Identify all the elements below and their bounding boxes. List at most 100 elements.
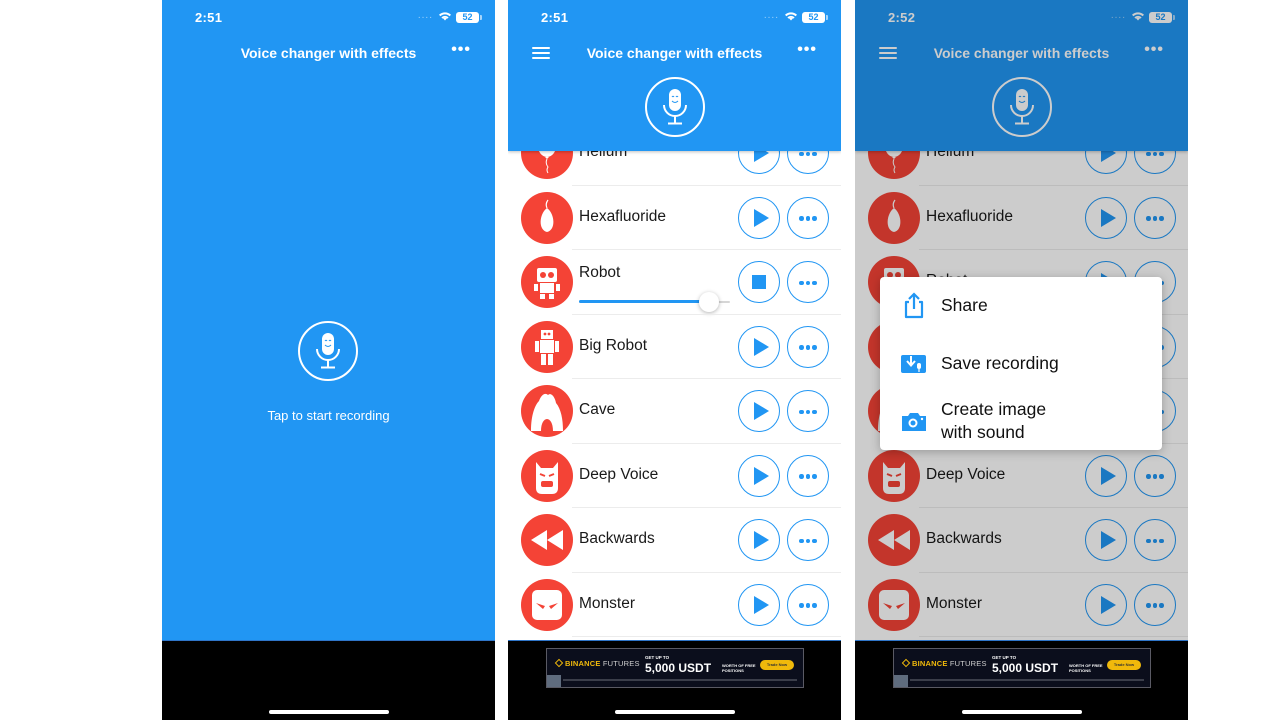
record-caption: Tap to start recording (267, 408, 390, 423)
binance-logo-icon (554, 658, 564, 668)
share-icon (904, 292, 924, 319)
ad-cta-button[interactable]: Trade Now (760, 660, 794, 670)
record-button[interactable] (298, 321, 358, 381)
ad-subline: WORTH OF FREE POSITIONS (1069, 663, 1103, 673)
screen-effect-options: 2:52 .... 52 Voice changer with effects … (855, 0, 1188, 720)
signal-icon: .... (417, 10, 433, 21)
screen-effects-playing: 2:51 .... 52 Voice changer with effects … (508, 0, 841, 720)
effect-name: Deep Voice (579, 465, 659, 483)
monster-face-icon (521, 578, 573, 631)
play-button[interactable] (738, 454, 780, 497)
home-indicator[interactable] (615, 710, 735, 714)
status-bar: 2:51 .... 52 (162, 0, 495, 36)
effect-name: Robot (579, 264, 621, 281)
more-options-button[interactable] (787, 519, 829, 561)
more-options-button[interactable] (787, 196, 829, 239)
ad-headline: 5,000 USDT (645, 661, 712, 675)
effects-list: HeliumHexafluorideRobotBig RobotCaveDeep… (508, 136, 841, 640)
play-button[interactable] (738, 390, 780, 432)
big-robot-icon (521, 320, 573, 373)
more-options-button[interactable] (787, 261, 829, 303)
signal-icon: .... (763, 10, 779, 21)
ad-subline: WORTH OF FREE POSITIONS (722, 663, 756, 673)
nav-bar: Voice changer with effects ••• (162, 36, 495, 70)
slider-thumb[interactable] (698, 292, 719, 312)
status-time: 2:51 (195, 10, 223, 25)
wifi-icon (785, 12, 797, 21)
ad-brand-suffix: FUTURES (602, 659, 640, 668)
status-time: 2:51 (541, 10, 569, 25)
effect-row[interactable]: Deep Voice (508, 444, 841, 508)
ad-brand-name: BINANCE (565, 659, 601, 668)
options-menu: Share Save recording Create image with so… (880, 277, 1162, 450)
play-button[interactable] (738, 196, 780, 239)
effect-name: Big Robot (579, 336, 648, 354)
ad-info-icon (547, 675, 561, 687)
header: 2:51 .... 52 Voice changer with effects … (508, 0, 841, 151)
home-indicator[interactable] (269, 710, 389, 714)
effect-row[interactable]: Backwards (508, 508, 841, 573)
more-options-button[interactable] (787, 454, 829, 497)
ad-info-icon (894, 675, 908, 687)
menu-item-save-recording[interactable]: Save recording (880, 345, 1162, 385)
effect-row[interactable]: Big Robot (508, 315, 841, 379)
more-options-button[interactable] (787, 390, 829, 432)
effect-name: Monster (579, 594, 635, 612)
robot-icon (521, 256, 573, 308)
cave-icon (521, 385, 573, 437)
effect-row[interactable]: Monster (508, 573, 841, 637)
effect-name: Backwards (579, 530, 655, 547)
record-button[interactable] (645, 77, 705, 137)
ad-banner[interactable]: BINANCE FUTURES GET UP TO 5,000 USDT WOR… (546, 648, 804, 688)
slider-fill (579, 300, 709, 303)
bottom-bar: BINANCE FUTURES GET UP TO 5,000 USDT WOR… (508, 640, 841, 720)
nav-bar: Voice changer with effects ••• (508, 36, 841, 70)
stop-button[interactable] (738, 261, 780, 303)
ad-brand-name: BINANCE (912, 659, 948, 668)
rewind-icon (521, 514, 573, 566)
ad-cta-button[interactable]: Trade Now (1107, 660, 1141, 670)
status-bar: 2:51 .... 52 (508, 0, 841, 36)
ad-brand: BINANCE FUTURES (554, 658, 640, 668)
row-divider (572, 636, 841, 637)
wifi-icon (439, 12, 451, 21)
menu-item-label: Save recording (941, 353, 1059, 373)
battery-icon: 52 (456, 12, 482, 23)
playback-slider[interactable] (579, 292, 730, 312)
microphone-icon (663, 89, 687, 125)
battery-icon: 52 (802, 12, 828, 23)
menu-item-label: Share (941, 295, 988, 315)
play-button[interactable] (738, 519, 780, 561)
screen-record-start: 2:51 .... 52 Voice changer with effects … (162, 0, 495, 720)
more-horizontal-icon[interactable]: ••• (797, 42, 817, 58)
effect-name: Hexafluoride (579, 207, 667, 225)
background (162, 0, 495, 640)
ad-headline-small: GET UP TO (645, 655, 670, 660)
effect-row[interactable]: Cave (508, 379, 841, 444)
more-horizontal-icon[interactable]: ••• (451, 42, 471, 58)
menu-item-create-image[interactable]: Create image with sound (880, 397, 1162, 447)
menu-item-label-line2: with sound (941, 422, 1025, 442)
ad-banner[interactable]: BINANCE FUTURES GET UP TO 5,000 USDT WOR… (893, 648, 1151, 688)
menu-item-label-line1: Create image (941, 399, 1047, 419)
ad-fine-print (910, 679, 1144, 681)
home-indicator[interactable] (962, 710, 1082, 714)
app-title: Voice changer with effects (240, 45, 417, 61)
ad-brand-suffix: FUTURES (949, 659, 987, 668)
more-options-button[interactable] (787, 325, 829, 368)
ad-brand: BINANCE FUTURES (901, 658, 987, 668)
play-button[interactable] (738, 325, 780, 368)
bottom-bar: BINANCE FUTURES GET UP TO 5,000 USDT WOR… (855, 640, 1188, 720)
more-options-button[interactable] (787, 583, 829, 626)
play-button[interactable] (738, 583, 780, 626)
ad-headline-small: GET UP TO (992, 655, 1017, 660)
microphone-icon (316, 333, 340, 369)
heavy-balloon-icon (521, 191, 573, 244)
effect-row[interactable]: Robot (508, 250, 841, 315)
ad-headline: 5,000 USDT (992, 661, 1059, 675)
camera-icon (902, 413, 926, 431)
effect-name: Cave (579, 401, 616, 418)
menu-item-share[interactable]: Share (880, 287, 1162, 327)
effect-row[interactable]: Hexafluoride (508, 186, 841, 250)
devil-face-icon (521, 449, 573, 502)
